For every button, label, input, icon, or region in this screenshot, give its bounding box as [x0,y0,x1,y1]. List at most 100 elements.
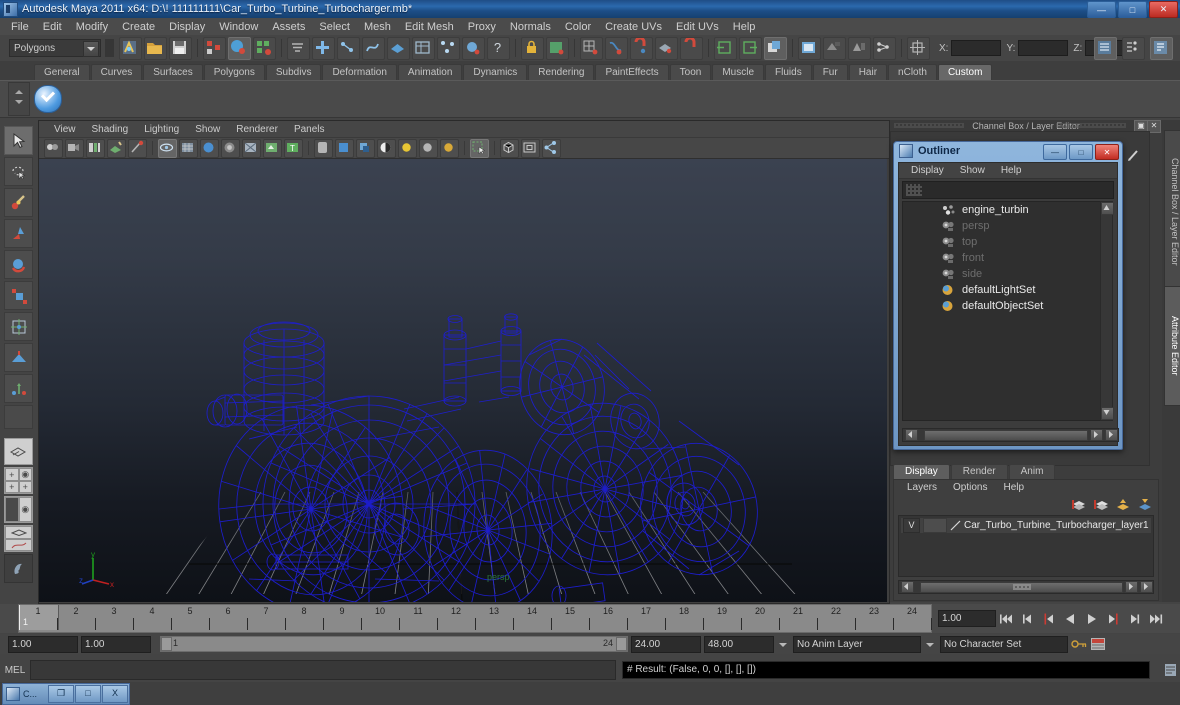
outliner-item[interactable]: engine_turbin [903,202,1107,218]
flat-shade-icon[interactable] [200,138,219,158]
camera-attributes-icon[interactable] [65,138,84,158]
anim-layer-selector[interactable]: No Anim Layer [793,635,921,653]
go-to-end-button[interactable] [1145,610,1164,628]
snap-to-grid-icon[interactable] [312,36,335,60]
light-all-icon[interactable] [440,138,459,158]
layer-tab-display[interactable]: Display [893,464,950,479]
render-icon[interactable] [462,36,485,60]
animation-end-time-field[interactable]: 48.00 [704,635,774,653]
hscroll-left-arrow-icon[interactable] [905,429,918,441]
outliner-menu-help[interactable]: Help [993,165,1030,176]
outliner-menu-show[interactable]: Show [952,165,993,176]
output-connections-icon[interactable] [739,36,762,60]
move-layer-up-icon[interactable] [1115,498,1130,511]
shelf-tab-polygons[interactable]: Polygons [203,64,265,80]
highlight-toggle-icon[interactable] [287,36,310,60]
shelf-item-check-icon[interactable] [34,85,62,113]
taskbar-maximize-button[interactable]: □ [75,685,101,703]
shelf-tab-dynamics[interactable]: Dynamics [463,64,528,80]
menu-item-create-uvs[interactable]: Create UVs [598,20,669,34]
render-current-frame-icon[interactable] [798,36,821,60]
menu-item-create[interactable]: Create [115,20,162,34]
x-ray-icon[interactable] [242,138,261,158]
layer-horizontal-scrollbar[interactable] [898,580,1154,594]
viewport-menu-panels[interactable]: Panels [286,124,333,135]
step-forward-frame-button[interactable] [1103,610,1122,628]
shelf-tab-ncloth[interactable]: nCloth [888,64,937,80]
layer-playback-toggle[interactable] [923,518,947,533]
current-time-field[interactable]: 1.00 [938,610,996,627]
move-layer-down-icon[interactable] [1137,498,1152,511]
range-slider-left-handle[interactable] [161,637,172,651]
outliner-minimize-button[interactable]: — [1043,144,1067,160]
snap-to-plane-icon[interactable] [387,36,410,60]
menu-item-edit[interactable]: Edit [36,20,69,34]
shelf-tab-painteffects[interactable]: PaintEffects [595,64,669,80]
save-scene-icon[interactable] [169,36,192,60]
manipulator-icon[interactable] [907,36,930,60]
range-start-time-field[interactable]: 1.00 [81,635,151,653]
show-attribute-editor-icon[interactable] [1122,36,1145,60]
menu-item-color[interactable]: Color [558,20,598,34]
shelf-tab-fluids[interactable]: Fluids [765,64,812,80]
layer-row[interactable]: V Car_Turbo_Turbine_Turbocharger_layer1 [901,518,1151,533]
outliner-vertical-scrollbar[interactable] [1100,201,1114,421]
quick-layout-outliner-persp-button[interactable]: ◉ [4,496,33,523]
outliner-close-button[interactable]: ✕ [1095,144,1119,160]
outliner-horizontal-scrollbar[interactable] [902,428,1119,442]
layer-hscroll-thumb[interactable] [919,581,1124,593]
y-input[interactable] [1018,40,1069,56]
command-language-label[interactable]: MEL [0,665,30,676]
menu-item-edit-uvs[interactable]: Edit UVs [669,20,726,34]
play-forwards-button[interactable] [1082,610,1101,628]
outliner-item[interactable]: persp [903,218,1107,234]
isolate-select-icon[interactable] [470,138,489,158]
render-settings-icon[interactable] [848,36,871,60]
show-tool-settings-icon[interactable] [1150,36,1173,60]
maximize-button[interactable]: □ [1118,1,1147,18]
vertical-tab-attribute-editor[interactable]: Attribute Editor [1164,286,1180,406]
menu-item-edit-mesh[interactable]: Edit Mesh [398,20,461,34]
select-by-hierarchy-icon[interactable] [119,36,142,60]
taskbar-close-button[interactable]: X [102,685,128,703]
layer-hscroll-left-icon[interactable] [901,581,914,593]
outliner-item[interactable]: defaultObjectSet [903,298,1107,314]
open-scene-icon[interactable] [144,36,167,60]
shelf-tab-surfaces[interactable]: Surfaces [143,64,203,80]
shelf-tab-fur[interactable]: Fur [812,64,848,80]
animation-preferences-icon[interactable] [1090,637,1106,651]
vertical-tab-channel-box[interactable]: Channel Box / Layer Editor [1164,130,1180,294]
viewport-menu-lighting[interactable]: Lighting [136,124,187,135]
shade-options-icon[interactable] [221,138,240,158]
view-cube-icon[interactable] [500,138,519,158]
viewport-menu-show[interactable]: Show [187,124,228,135]
lighting-default-icon[interactable] [314,138,333,158]
menu-item-normals[interactable]: Normals [503,20,558,34]
range-slider-right-handle[interactable] [616,637,627,651]
outliner-item[interactable]: defaultLightSet [903,282,1107,298]
new-layer-from-selected-icon[interactable] [1093,498,1108,511]
magnet-view-icon[interactable] [680,36,703,60]
layer-hscroll-page-right-icon[interactable] [1140,581,1153,593]
command-input[interactable] [30,660,616,680]
magnet-point-icon[interactable] [630,36,653,60]
quick-layout-four-view-button[interactable]: + ◉ + + [4,467,33,494]
scale-tool-button[interactable] [4,281,33,310]
layer-tab-anim[interactable]: Anim [1008,464,1056,479]
layer-menu-layers[interactable]: Layers [899,482,945,493]
light-point-icon[interactable] [398,138,417,158]
quick-layout-single-button[interactable] [4,438,33,465]
menu-item-display[interactable]: Display [162,20,212,34]
shelf-tab-subdivs[interactable]: Subdivs [265,64,322,80]
magnet-curve-icon[interactable] [605,36,628,60]
move-tool-button[interactable] [4,219,33,248]
layer-tab-render[interactable]: Render [950,464,1008,479]
soft-modification-tool-button[interactable] [4,343,33,372]
animation-start-time-field[interactable]: 1.00 [8,635,78,653]
hscroll-thumb[interactable] [924,429,1088,441]
snap-to-point-icon[interactable] [362,36,385,60]
input-connections-icon[interactable] [714,36,737,60]
outliner-tree[interactable]: engine_turbin persp top front side defaultLig… [902,201,1108,421]
shelf-tab-toon[interactable]: Toon [669,64,712,80]
new-layer-icon[interactable] [1071,498,1086,511]
